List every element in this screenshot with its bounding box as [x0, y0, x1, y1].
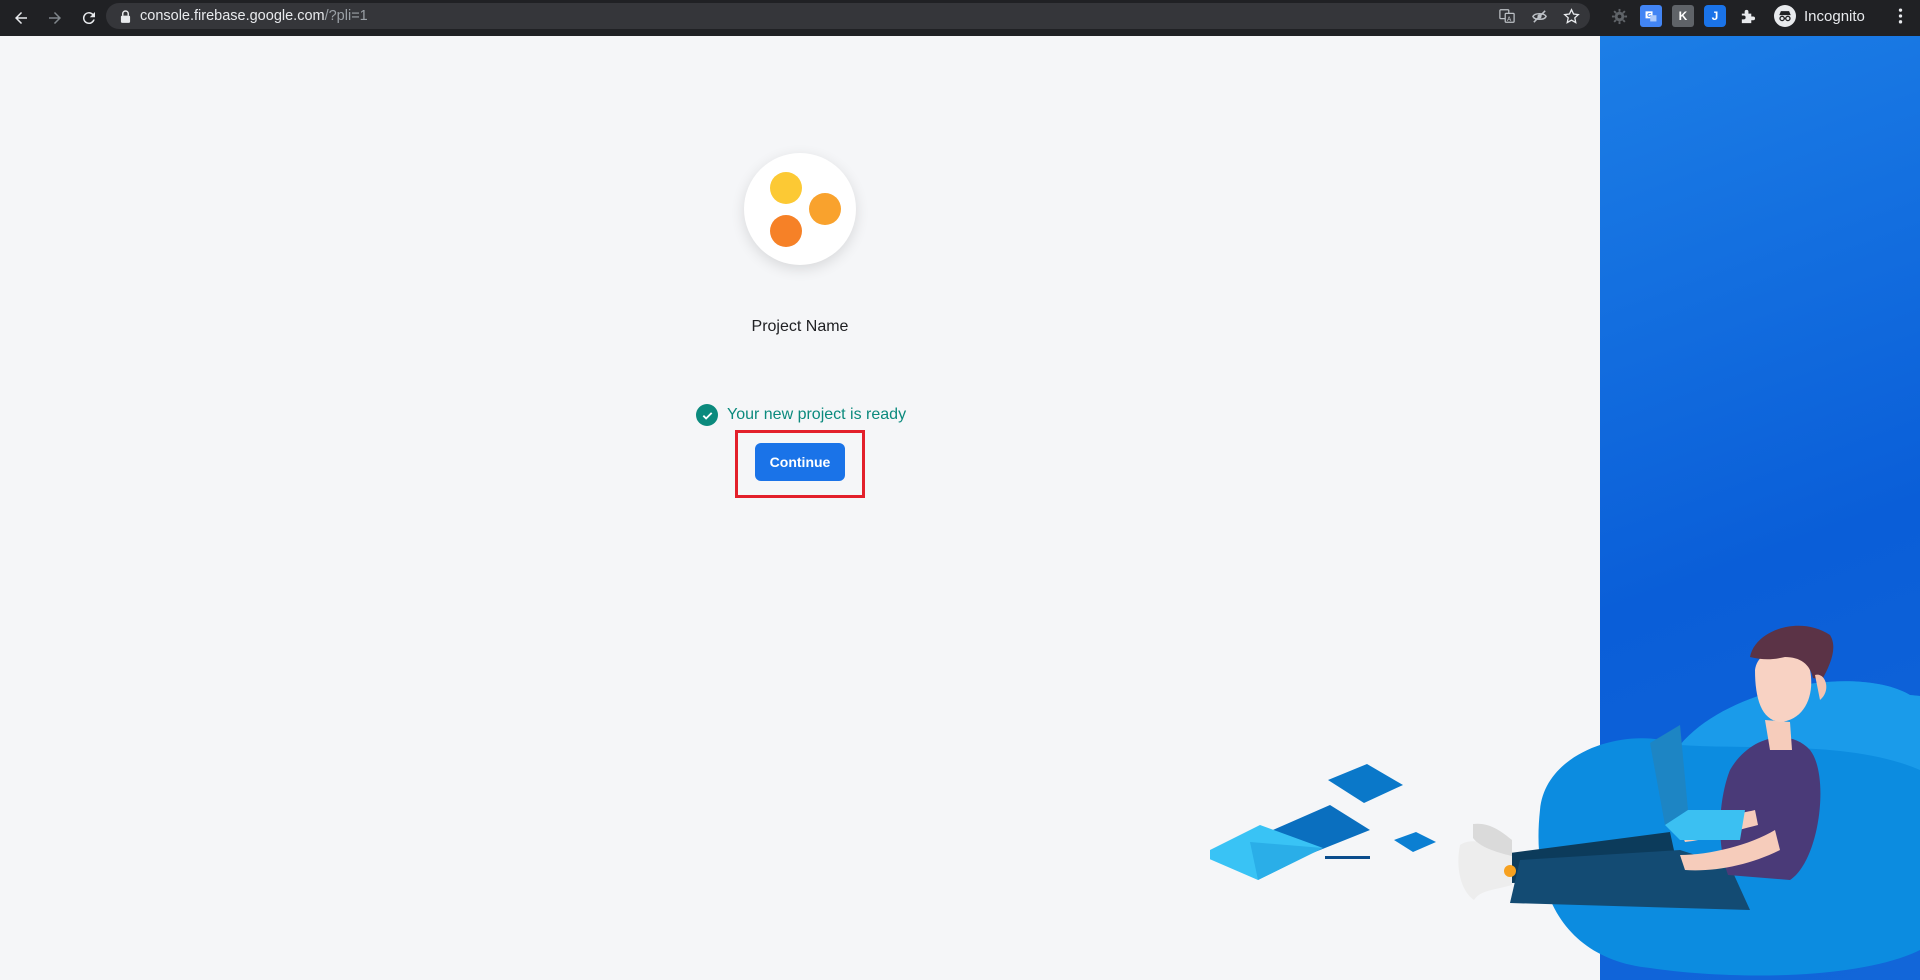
url-domain: console.firebase.google.com: [140, 8, 325, 24]
lock-icon: [120, 9, 132, 23]
back-button[interactable]: [8, 5, 34, 31]
url-path: /?pli=1: [324, 8, 368, 24]
google-translate-icon[interactable]: G: [1640, 5, 1662, 27]
url-text: console.firebase.google.com/?pli=1: [140, 8, 368, 24]
puzzle-icon[interactable]: [1736, 5, 1758, 27]
continue-button[interactable]: Continue: [755, 443, 845, 481]
forward-button[interactable]: [42, 5, 68, 31]
reload-button[interactable]: [76, 5, 102, 31]
bookmark-star-icon[interactable]: [1562, 7, 1580, 25]
j-extension-icon[interactable]: J: [1704, 5, 1726, 27]
orange-dot: [809, 193, 841, 225]
profile-label: Incognito: [1804, 7, 1865, 25]
project-ready-status: Your new project is ready: [696, 404, 906, 426]
browser-menu-icon[interactable]: [1890, 6, 1910, 26]
back-arrow-icon: [15, 12, 27, 24]
person-with-laptop-illustration: [1210, 625, 1920, 976]
check-circle-icon: [696, 404, 718, 426]
status-message: Your new project is ready: [727, 406, 907, 423]
yellow-dot: [770, 172, 802, 204]
reload-icon: [82, 12, 95, 25]
dark-orange-dot: [770, 215, 802, 247]
incognito-profile[interactable]: Incognito: [1774, 5, 1865, 27]
k-extension-icon[interactable]: K: [1672, 5, 1694, 27]
settings-gear-icon[interactable]: [1608, 5, 1630, 27]
eye-off-icon[interactable]: [1530, 7, 1548, 25]
project-name: Project Name: [751, 318, 849, 335]
extensions-area: G K J Incognito: [1608, 0, 1865, 32]
forward-arrow-icon: [49, 12, 61, 24]
project-avatar-icon: [744, 153, 856, 265]
svg-text:A: A: [1507, 16, 1512, 23]
browser-toolbar: console.firebase.google.com/?pli=1 A G K…: [0, 0, 1920, 36]
incognito-icon: [1774, 5, 1796, 27]
translate-icon[interactable]: A: [1498, 7, 1516, 25]
address-bar[interactable]: console.firebase.google.com/?pli=1 A: [106, 3, 1590, 29]
